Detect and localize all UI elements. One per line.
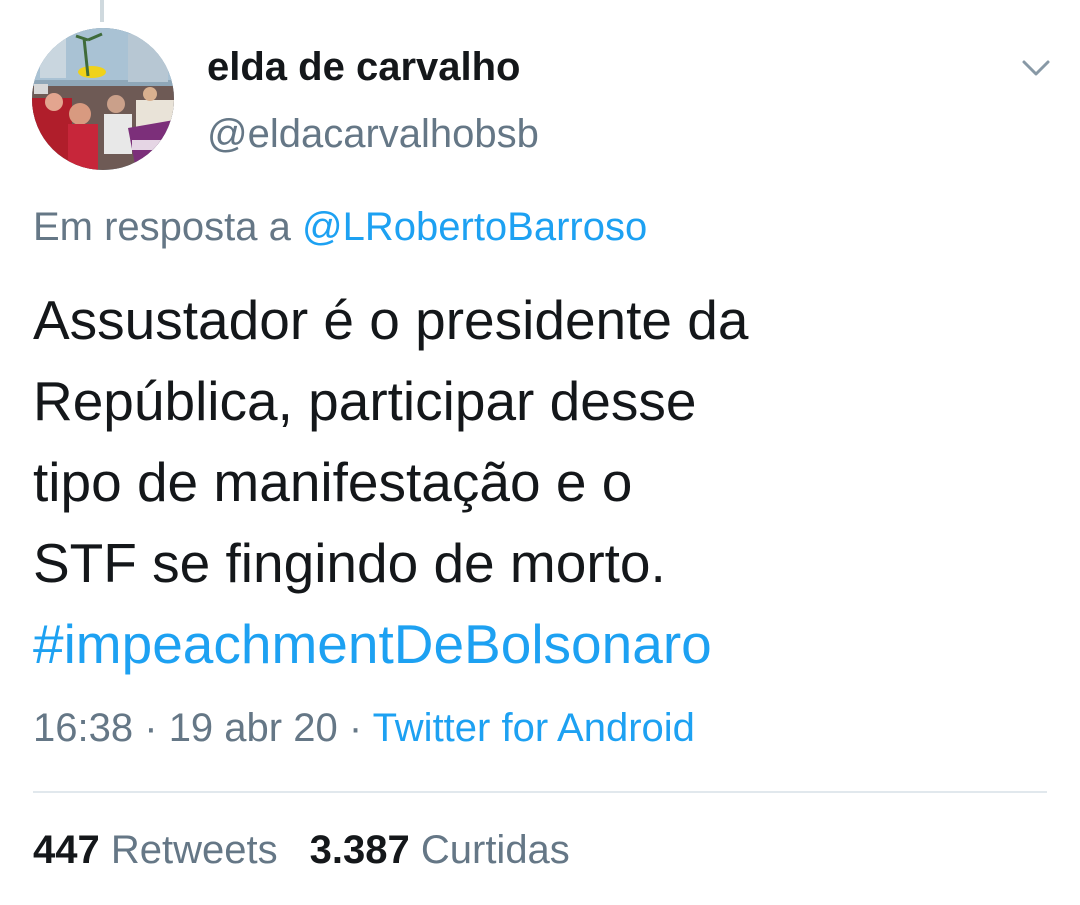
meta-separator: ·: [144, 706, 158, 750]
tweet-source-link[interactable]: Twitter for Android: [373, 706, 695, 750]
tweet-text-line: Assustador é o presidente da: [33, 289, 749, 351]
hashtag-link[interactable]: #impeachmentDeBolsonaro: [33, 604, 1043, 685]
author-handle[interactable]: @eldacarvalhobsb: [207, 112, 539, 157]
retweets-count: 447: [33, 828, 100, 872]
tweet-text-line: República, participar desse: [33, 370, 697, 432]
likes-label: Curtidas: [420, 828, 570, 872]
tweet-detail: elda de carvalho @eldacarvalhobsb Em res…: [0, 0, 1080, 905]
engagement-stats: 447 Retweets 3.387 Curtidas: [33, 828, 570, 873]
divider: [33, 791, 1047, 793]
meta-separator: ·: [348, 706, 363, 750]
tweet-meta: 16:38 · 19 abr 20 · Twitter for Android: [33, 706, 695, 751]
likes-stat[interactable]: 3.387 Curtidas: [310, 828, 570, 872]
tweet-text: Assustador é o presidente da República, …: [33, 280, 1043, 685]
retweets-label: Retweets: [110, 828, 278, 872]
tweet-date[interactable]: 19 abr 20: [169, 706, 338, 750]
author-display-name[interactable]: elda de carvalho: [207, 45, 520, 90]
likes-count: 3.387: [309, 828, 410, 872]
reply-context: Em resposta a @LRobertoBarroso: [33, 205, 647, 250]
avatar[interactable]: [32, 28, 174, 170]
avatar-photo: [32, 28, 174, 170]
tweet-text-line: tipo de manifestação e o: [33, 451, 633, 513]
reply-prefix: Em resposta a: [33, 205, 291, 249]
chevron-down-icon[interactable]: [1016, 52, 1056, 84]
tweet-text-line: STF se fingindo de morto.: [33, 532, 666, 594]
reply-mention-link[interactable]: @LRobertoBarroso: [302, 205, 647, 249]
thread-connector-line: [100, 0, 104, 22]
retweets-stat[interactable]: 447 Retweets: [33, 828, 278, 872]
tweet-time[interactable]: 16:38: [33, 706, 133, 750]
